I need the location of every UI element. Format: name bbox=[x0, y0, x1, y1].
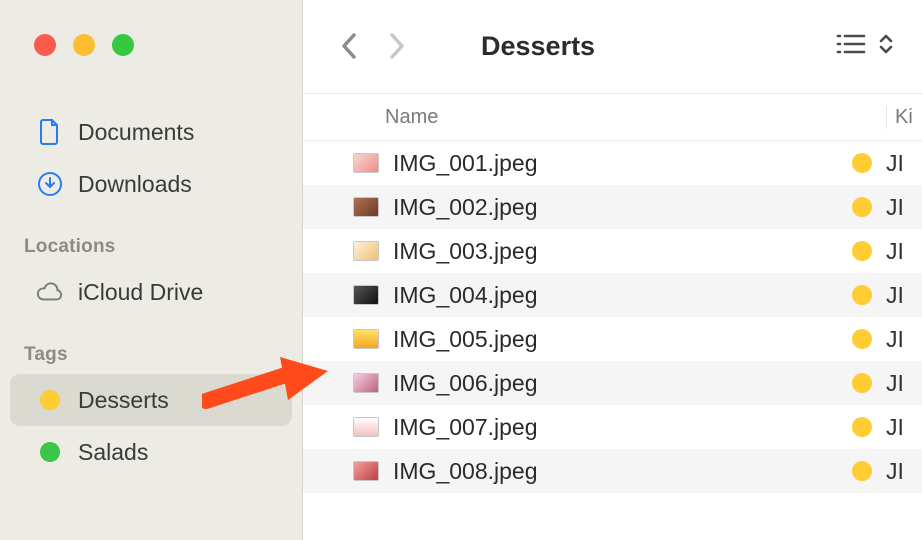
file-kind: JI bbox=[886, 414, 922, 441]
file-name: IMG_007.jpeg bbox=[393, 414, 852, 441]
tag-dot-icon bbox=[852, 285, 872, 305]
file-row[interactable]: IMG_005.jpeg JI bbox=[303, 317, 922, 361]
sidebar-heading-locations: Locations bbox=[0, 236, 302, 266]
sidebar-item-label: Desserts bbox=[78, 387, 169, 414]
window-title: Desserts bbox=[481, 31, 595, 62]
chevron-right-icon bbox=[388, 32, 406, 60]
column-header-name[interactable]: Name bbox=[303, 106, 886, 129]
close-window-button[interactable] bbox=[34, 34, 56, 56]
zoom-window-button[interactable] bbox=[112, 34, 134, 56]
thumbnail-icon bbox=[353, 285, 379, 305]
file-row[interactable]: IMG_003.jpeg JI bbox=[303, 229, 922, 273]
sidebar-item-label: Documents bbox=[78, 119, 194, 146]
file-row[interactable]: IMG_006.jpeg JI bbox=[303, 361, 922, 405]
minimize-window-button[interactable] bbox=[73, 34, 95, 56]
file-row[interactable]: IMG_007.jpeg JI bbox=[303, 405, 922, 449]
finder-window: Documents Downloads Locations iCloud Dri… bbox=[0, 0, 922, 540]
tag-dot-icon bbox=[852, 373, 872, 393]
thumbnail-icon bbox=[353, 153, 379, 173]
file-row[interactable]: IMG_004.jpeg JI bbox=[303, 273, 922, 317]
tag-dot-icon bbox=[852, 329, 872, 349]
column-header-kind[interactable]: Ki bbox=[886, 106, 922, 129]
file-name: IMG_008.jpeg bbox=[393, 458, 852, 485]
forward-button[interactable] bbox=[379, 26, 415, 66]
sidebar-item-downloads[interactable]: Downloads bbox=[10, 158, 292, 210]
sidebar-item-documents[interactable]: Documents bbox=[10, 106, 292, 158]
tag-dot-icon bbox=[852, 461, 872, 481]
sidebar-item-label: Downloads bbox=[78, 171, 192, 198]
file-kind: JI bbox=[886, 458, 922, 485]
tag-dot-icon bbox=[852, 241, 872, 261]
sidebar-item-label: Salads bbox=[78, 439, 148, 466]
main-pane: Desserts Name Ki IMG_001.jpeg JI bbox=[303, 0, 922, 540]
chevron-updown-icon bbox=[878, 32, 894, 61]
view-switcher[interactable] bbox=[836, 32, 894, 61]
file-row[interactable]: IMG_001.jpeg JI bbox=[303, 141, 922, 185]
tag-dot-icon bbox=[852, 197, 872, 217]
cloud-icon bbox=[36, 278, 64, 306]
file-name: IMG_004.jpeg bbox=[393, 282, 852, 309]
file-name: IMG_001.jpeg bbox=[393, 150, 852, 177]
sidebar-item-icloud-drive[interactable]: iCloud Drive bbox=[10, 266, 292, 318]
sidebar-item-label: iCloud Drive bbox=[78, 279, 203, 306]
thumbnail-icon bbox=[353, 461, 379, 481]
file-row[interactable]: IMG_002.jpeg JI bbox=[303, 185, 922, 229]
thumbnail-icon bbox=[353, 417, 379, 437]
chevron-left-icon bbox=[340, 32, 358, 60]
file-name: IMG_005.jpeg bbox=[393, 326, 852, 353]
file-list: IMG_001.jpeg JI IMG_002.jpeg JI IMG_003.… bbox=[303, 141, 922, 493]
file-kind: JI bbox=[886, 326, 922, 353]
tag-dot-icon bbox=[36, 386, 64, 414]
tag-dot-icon bbox=[852, 417, 872, 437]
file-name: IMG_006.jpeg bbox=[393, 370, 852, 397]
file-kind: JI bbox=[886, 238, 922, 265]
file-kind: JI bbox=[886, 194, 922, 221]
list-view-icon bbox=[836, 33, 866, 60]
sidebar-heading-tags: Tags bbox=[0, 344, 302, 374]
file-name: IMG_003.jpeg bbox=[393, 238, 852, 265]
thumbnail-icon bbox=[353, 373, 379, 393]
toolbar: Desserts bbox=[303, 0, 922, 93]
file-kind: JI bbox=[886, 370, 922, 397]
download-icon bbox=[36, 170, 64, 198]
thumbnail-icon bbox=[353, 197, 379, 217]
back-button[interactable] bbox=[331, 26, 367, 66]
sidebar-tag-desserts[interactable]: Desserts bbox=[10, 374, 292, 426]
document-icon bbox=[36, 118, 64, 146]
column-header-row: Name Ki bbox=[303, 93, 922, 141]
file-kind: JI bbox=[886, 282, 922, 309]
file-name: IMG_002.jpeg bbox=[393, 194, 852, 221]
traffic-lights bbox=[0, 0, 302, 56]
sidebar: Documents Downloads Locations iCloud Dri… bbox=[0, 0, 303, 540]
tag-dot-icon bbox=[852, 153, 872, 173]
tag-dot-icon bbox=[36, 438, 64, 466]
thumbnail-icon bbox=[353, 241, 379, 261]
file-row[interactable]: IMG_008.jpeg JI bbox=[303, 449, 922, 493]
thumbnail-icon bbox=[353, 329, 379, 349]
file-kind: JI bbox=[886, 150, 922, 177]
sidebar-tag-salads[interactable]: Salads bbox=[10, 426, 292, 478]
